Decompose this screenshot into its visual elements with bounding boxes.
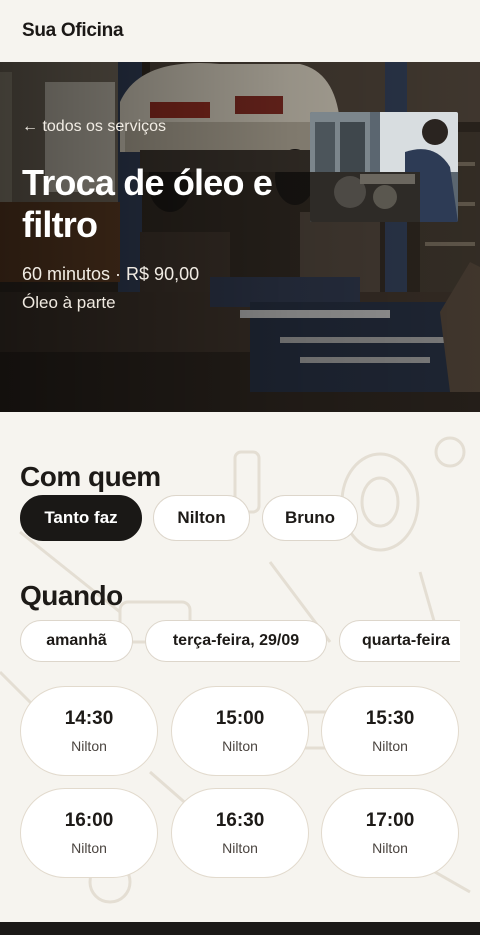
- slot-time: 17:00: [365, 810, 415, 831]
- slot-time: 14:30: [64, 708, 114, 729]
- date-option-wednesday[interactable]: quarta-feira: [339, 620, 460, 662]
- date-option-tuesday[interactable]: terça-feira, 29/09: [145, 620, 327, 662]
- service-note: Óleo à parte: [22, 293, 116, 312]
- date-selector[interactable]: amanhã terça-feira, 29/09 quarta-feira: [0, 610, 460, 670]
- slot-professional: Nilton: [71, 840, 107, 856]
- service-duration-price: 60 minutos · R$ 90,00: [22, 264, 200, 284]
- time-slot[interactable]: 17:00 Nilton: [321, 788, 459, 878]
- time-slot[interactable]: 15:30 Nilton: [321, 686, 459, 776]
- time-slot[interactable]: 16:30 Nilton: [171, 788, 309, 878]
- bottom-bar: [0, 922, 480, 935]
- slot-professional: Nilton: [222, 840, 258, 856]
- slot-time: 16:00: [64, 810, 114, 831]
- slot-professional: Nilton: [71, 738, 107, 754]
- brand-logo[interactable]: Sua Oficina: [22, 20, 124, 42]
- time-slot[interactable]: 16:00 Nilton: [20, 788, 158, 878]
- with-whom-title: Com quem: [20, 461, 161, 492]
- date-option-tomorrow[interactable]: amanhã: [20, 620, 133, 662]
- professional-option-any[interactable]: Tanto faz: [20, 495, 142, 541]
- professional-option-bruno[interactable]: Bruno: [262, 495, 358, 541]
- slot-time: 16:30: [215, 810, 265, 831]
- service-title: Troca de óleo e filtro: [22, 162, 273, 245]
- when-title: Quando: [20, 580, 123, 611]
- mechanic-thumbnail: [310, 112, 458, 222]
- slot-time: 15:30: [365, 708, 415, 729]
- slot-professional: Nilton: [222, 738, 258, 754]
- professional-option-nilton[interactable]: Nilton: [153, 495, 250, 541]
- back-to-services-link[interactable]: ← todos os serviços: [22, 118, 166, 136]
- time-slot[interactable]: 14:30 Nilton: [20, 686, 158, 776]
- slot-professional: Nilton: [372, 840, 408, 856]
- time-slot[interactable]: 15:00 Nilton: [171, 686, 309, 776]
- slot-time: 15:00: [215, 708, 265, 729]
- slot-professional: Nilton: [372, 738, 408, 754]
- service-hero: ← todos os serviços Troca de óleo e filt…: [0, 62, 480, 412]
- top-bar: Sua Oficina: [0, 0, 480, 62]
